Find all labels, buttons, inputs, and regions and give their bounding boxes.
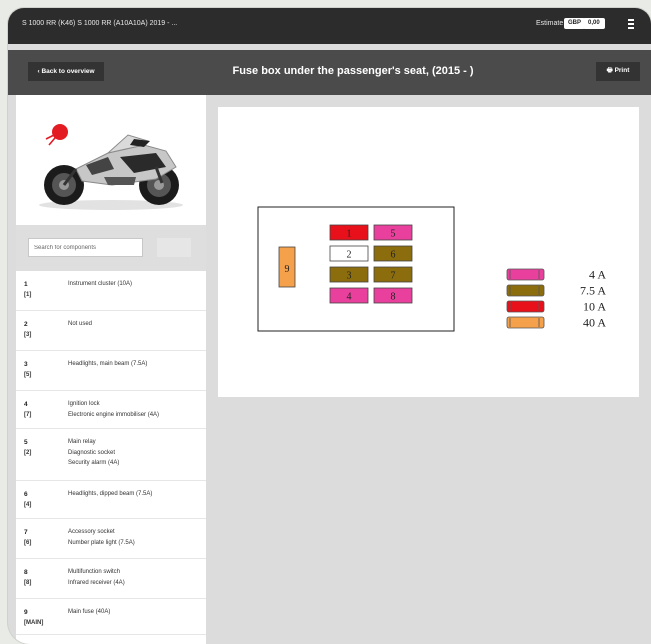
component-description: Multifunction switch — [68, 569, 121, 575]
fuse-1[interactable]: 1 — [329, 224, 369, 241]
component-position: [3] — [24, 332, 32, 338]
component-description: Main fuse (40A) — [68, 609, 111, 615]
page-header: ‹ Back to overview Fuse box under the pa… — [8, 50, 651, 95]
fuse-6[interactable]: 6 — [373, 245, 413, 262]
component-position: [7] — [24, 412, 32, 418]
component-search-panel — [16, 225, 206, 271]
fuse-label: 8 — [391, 292, 396, 303]
legend-label: 4 A — [589, 268, 606, 282]
legend-item: 40 A — [506, 316, 606, 330]
component-number: 3 — [24, 361, 28, 368]
legend-item: 4 A — [506, 268, 606, 282]
fuse-label: 1 — [347, 229, 352, 240]
fuse-2[interactable]: 2 — [329, 245, 369, 262]
legend-label: 40 A — [583, 316, 606, 330]
legend-item: 7.5 A — [506, 284, 606, 298]
fuse-4[interactable]: 4 — [329, 287, 369, 304]
component-description: Diagnostic socket — [68, 449, 116, 456]
component-description: Instrument cluster (10A) — [68, 281, 133, 287]
component-position: [6] — [24, 540, 32, 546]
fuse-9[interactable]: 9 — [278, 246, 296, 288]
app-window: S 1000 RR (K46) S 1000 RR (A10A10A) 2019… — [8, 8, 651, 644]
component-item-5[interactable]: 5 [2] Main relay Diagnostic socket Security … — [16, 429, 206, 481]
fuse-label: 9 — [285, 264, 290, 275]
component-position: [8] — [24, 580, 32, 586]
component-description: Number plate light (7.5A) — [68, 539, 135, 546]
component-item-6[interactable]: 6 [4] Headlights, dipped beam (7.5A) — [16, 481, 206, 519]
component-item-2[interactable]: 2 [3] Not used — [16, 311, 206, 351]
component-number: 9 — [24, 609, 28, 616]
document-icon[interactable] — [628, 19, 636, 29]
fuse-label: 3 — [347, 271, 352, 282]
component-number: 4 — [24, 401, 28, 408]
fuse-label: 4 — [347, 292, 352, 303]
component-position: [5] — [24, 372, 32, 378]
fuse-7[interactable]: 7 — [373, 266, 413, 283]
component-description: Electronic engine immobiliser (4A) — [68, 411, 160, 418]
legend-swatch — [506, 268, 545, 281]
component-item-7[interactable]: 7 [6] Accessory socket Number plate light (… — [16, 519, 206, 559]
component-search-input[interactable] — [28, 238, 143, 257]
legend-item: 10 A — [506, 300, 606, 314]
component-item-3[interactable]: 3 [5] Headlights, main beam (7.5A) — [16, 351, 206, 391]
component-position: [1] — [24, 292, 32, 298]
vehicle-title: S 1000 RR (K46) S 1000 RR (A10A10A) 2019… — [22, 20, 178, 27]
component-description: Not used — [68, 321, 93, 327]
title-bar: S 1000 RR (K46) S 1000 RR (A10A10A) 2019… — [8, 8, 651, 44]
legend-label: 10 A — [583, 300, 606, 314]
component-item-1[interactable]: 1 [1] Instrument cluster (10A) — [16, 271, 206, 311]
component-list: 1 [1] Instrument cluster (10A) 2 [3] Not used… — [16, 271, 206, 635]
sidebar: 1 [1] Instrument cluster (10A) 2 [3] Not used… — [16, 95, 206, 644]
component-description: Main relay — [68, 439, 96, 445]
component-description: Headlights, dipped beam (7.5A) — [68, 491, 153, 497]
fuse-5[interactable]: 5 — [373, 224, 413, 241]
fuse-label: 2 — [347, 250, 352, 261]
fuse-label: 5 — [391, 229, 396, 240]
component-description: Security alarm (4A) — [68, 460, 120, 466]
component-description: Infrared receiver (4A) — [68, 579, 125, 586]
component-description: Headlights, main beam (7.5A) — [68, 361, 148, 367]
fuse-label: 7 — [391, 271, 396, 282]
component-item-9[interactable]: 9 [MAIN] Main fuse (40A) — [16, 599, 206, 635]
motorcycle-image — [16, 95, 206, 225]
print-button[interactable]: 🖶 Print — [596, 62, 640, 81]
fuse-8[interactable]: 8 — [373, 287, 413, 304]
legend-swatch — [506, 316, 545, 329]
component-position: [MAIN] — [24, 620, 44, 626]
component-number: 7 — [24, 529, 28, 536]
component-number: 1 — [24, 281, 28, 288]
estimate-amount: 0,00 — [583, 18, 605, 29]
component-number: 2 — [24, 321, 28, 328]
legend-swatch — [506, 284, 545, 297]
component-position: [2] — [24, 450, 32, 456]
estimate-label: Estimate — [536, 20, 564, 27]
fuse-3[interactable]: 3 — [329, 266, 369, 283]
currency-badge[interactable]: GBP — [564, 18, 586, 29]
component-number: 8 — [24, 569, 28, 576]
component-description: Accessory socket — [68, 529, 115, 535]
fuse-diagram: 1 5 2 6 3 7 4 8 9 4 A 7.5 A 10 A 40 A — [257, 206, 606, 332]
component-number: 6 — [24, 491, 28, 498]
component-description: Ignition lock — [68, 401, 100, 407]
legend-swatch — [506, 300, 545, 313]
component-item-4[interactable]: 4 [7] Ignition lock Electronic engine immob… — [16, 391, 206, 429]
back-to-overview-button[interactable]: ‹ Back to overview — [28, 62, 104, 81]
component-number: 5 — [24, 439, 28, 446]
printer-icon: 🖶 — [606, 67, 615, 74]
fuse-diagram-panel: 1 5 2 6 3 7 4 8 9 4 A 7.5 A 10 A 40 A — [218, 107, 639, 397]
component-position: [4] — [24, 502, 32, 508]
back-button-label: Back to overview — [41, 68, 95, 75]
component-item-8[interactable]: 8 [8] Multifunction switch Infrared receive… — [16, 559, 206, 599]
search-button[interactable] — [157, 238, 191, 257]
print-button-label: Print — [614, 67, 630, 74]
fuse-label: 6 — [391, 250, 396, 261]
legend-label: 7.5 A — [580, 284, 606, 298]
page-title: Fuse box under the passenger's seat, (20… — [232, 65, 474, 77]
